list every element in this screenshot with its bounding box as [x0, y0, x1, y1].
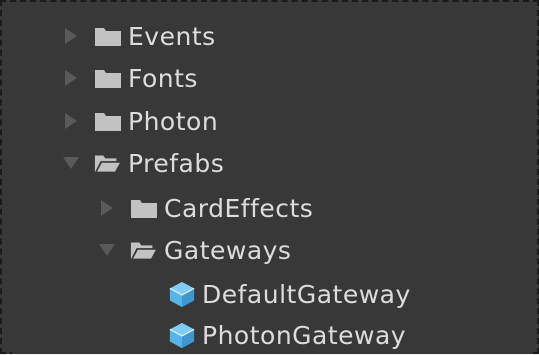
- collapsed-arrow-icon[interactable]: [60, 67, 82, 89]
- tree-item-defaultgateway[interactable]: DefaultGateway: [12, 274, 539, 314]
- folder-open-icon: [130, 236, 158, 264]
- tree-item-label: DefaultGateway: [202, 279, 411, 309]
- tree-item-label: Fonts: [128, 63, 198, 93]
- window-frame: Events Fonts Photon Prefabs CardEffects …: [0, 0, 539, 354]
- tree-item-photon[interactable]: Photon: [12, 101, 539, 141]
- collapsed-arrow-icon[interactable]: [96, 197, 118, 219]
- tree-item-label: CardEffects: [164, 193, 314, 223]
- folder-open-icon: [94, 149, 122, 177]
- prefab-cube-icon: [168, 280, 196, 308]
- collapsed-arrow-icon[interactable]: [60, 25, 82, 47]
- tree-item-prefabs[interactable]: Prefabs: [12, 143, 539, 183]
- tree-item-label: Prefabs: [128, 148, 225, 178]
- tree-item-label: PhotonGateway: [202, 320, 407, 350]
- tree-item-photongateway[interactable]: PhotonGateway: [12, 315, 539, 355]
- expanded-arrow-icon[interactable]: [60, 152, 82, 174]
- project-tree-panel: Events Fonts Photon Prefabs CardEffects …: [12, 10, 529, 354]
- collapsed-arrow-icon[interactable]: [60, 110, 82, 132]
- tree-item-gateways[interactable]: Gateways: [12, 230, 539, 270]
- folder-icon: [94, 64, 122, 92]
- tree-item-events[interactable]: Events: [12, 16, 539, 56]
- folder-icon: [94, 22, 122, 50]
- folder-icon: [94, 107, 122, 135]
- prefab-cube-icon: [168, 321, 196, 349]
- expanded-arrow-icon[interactable]: [96, 239, 118, 261]
- tree-item-cardeffects[interactable]: CardEffects: [12, 188, 539, 228]
- tree-item-label: Gateways: [164, 235, 292, 265]
- tree-item-label: Events: [128, 21, 216, 51]
- folder-icon: [130, 194, 158, 222]
- tree-item-label: Photon: [128, 106, 219, 136]
- tree-item-fonts[interactable]: Fonts: [12, 58, 539, 98]
